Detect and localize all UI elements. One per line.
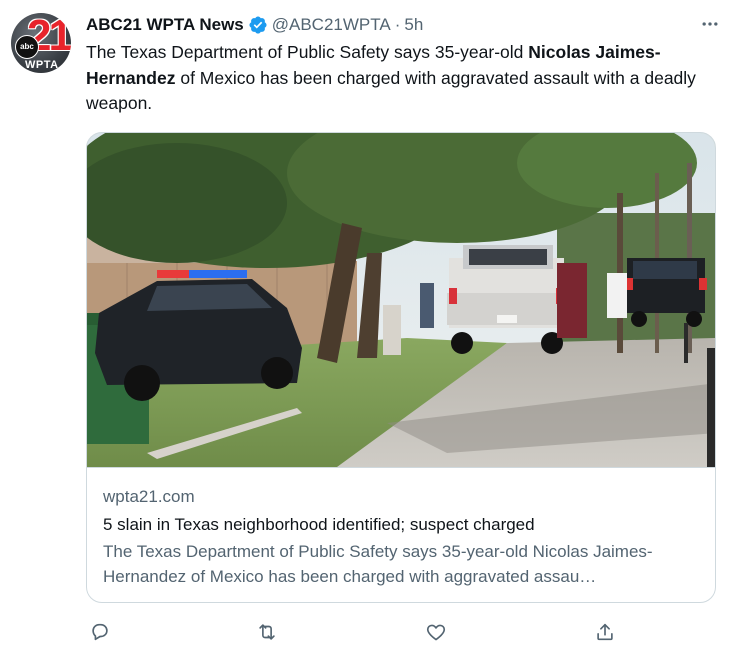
verified-badge-icon (248, 15, 268, 35)
avatar[interactable]: 21 abc WPTA (11, 13, 71, 73)
card-meta: wpta21.com 5 slain in Texas neighborhood… (103, 485, 703, 589)
display-name[interactable]: ABC21 WPTA News (86, 15, 244, 35)
share-icon (597, 623, 613, 641)
card-domain: wpta21.com (103, 487, 195, 506)
avatar-callsign: WPTA (25, 59, 59, 71)
tweet-text: The Texas Department of Public Safety sa… (86, 40, 716, 117)
card-title: 5 slain in Texas neighborhood identified… (103, 515, 535, 534)
crime-scene-photo (87, 133, 715, 467)
card-description: The Texas Department of Public Safety sa… (103, 542, 653, 586)
like-button[interactable] (422, 618, 450, 646)
more-options-button[interactable] (698, 12, 722, 36)
abc-logo: abc (15, 35, 39, 59)
share-button[interactable] (591, 618, 619, 646)
tweet-text-start: The Texas Department of Public Safety sa… (86, 42, 529, 62)
retweet-icon (259, 624, 275, 640)
link-card[interactable]: wpta21.com 5 slain in Texas neighborhood… (86, 132, 716, 603)
separator-dot: · (394, 15, 401, 34)
more-icon (702, 22, 718, 26)
tweet-header: ABC21 WPTA News @ABC21WPTA · 5h (86, 14, 423, 36)
timestamp[interactable]: 5h (404, 15, 423, 35)
retweet-button[interactable] (253, 618, 281, 646)
reply-button[interactable] (86, 618, 114, 646)
like-icon (426, 624, 446, 641)
tweet-action-bar (86, 618, 626, 646)
card-image[interactable] (87, 133, 715, 468)
tweet[interactable]: 21 abc WPTA ABC21 WPTA News @ABC21WPTA ·… (0, 0, 748, 661)
tweet-text-end: of Mexico has been charged with aggravat… (86, 67, 696, 114)
handle[interactable]: @ABC21WPTA (272, 15, 391, 35)
reply-icon (92, 623, 108, 641)
